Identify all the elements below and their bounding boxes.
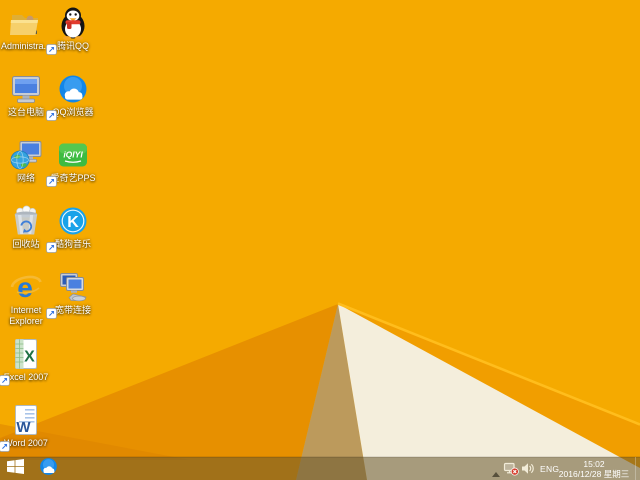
shortcut-arrow-icon: ↗ (46, 306, 57, 317)
word-icon: W (9, 403, 43, 437)
desktop-icon-broadband-connection[interactable]: ↗ 宽带连接 (47, 270, 99, 316)
shortcut-arrow-icon: ↗ (46, 108, 57, 119)
windows-logo-icon (7, 459, 24, 479)
icon-label: Excel 2007 (4, 372, 49, 383)
shortcut-arrow-icon: ↗ (0, 439, 10, 450)
shortcut-arrow-icon: ↗ (46, 42, 57, 53)
icon-label: 这台电脑 (8, 107, 44, 118)
start-button[interactable] (0, 457, 31, 480)
svg-text:↗: ↗ (48, 308, 55, 318)
recycle-bin-icon (9, 204, 43, 238)
desktop-icon-administrator[interactable]: Administra... (0, 6, 52, 52)
clock-date: 2016/12/28 星期三 (554, 469, 634, 479)
computer-icon (9, 72, 43, 106)
icon-label: 腾讯QQ (57, 41, 89, 52)
icon-label: Administra... (1, 41, 51, 52)
icon-label: Internet Explorer (0, 305, 52, 326)
svg-text:↗: ↗ (1, 441, 8, 451)
icon-label: 宽带连接 (55, 305, 91, 316)
show-hidden-icons-button[interactable] (491, 465, 501, 480)
icon-label: 爱奇艺PPS (50, 173, 95, 184)
shortcut-arrow-icon: ↗ (46, 174, 57, 185)
icon-label: Word 2007 (4, 438, 48, 449)
network-globe-icon (9, 138, 43, 172)
chevron-up-icon (491, 465, 501, 480)
speaker-icon (521, 462, 535, 480)
desktop-icon-excel-2007[interactable]: X ↗ Excel 2007 (0, 337, 52, 383)
desktop: Administra... 这台电脑 (0, 0, 640, 480)
qq-browser-icon (38, 456, 59, 480)
desktop-icon-qq-browser[interactable]: ↗ QQ浏览器 (47, 72, 99, 118)
shortcut-arrow-icon: ↗ (46, 240, 57, 251)
clock[interactable]: 15:02 2016/12/28 星期三 (554, 459, 634, 479)
icon-label: QQ浏览器 (52, 107, 93, 118)
svg-text:W: W (16, 419, 31, 436)
svg-text:↗: ↗ (48, 176, 55, 186)
desktop-icon-network[interactable]: 网络 (0, 138, 52, 184)
svg-text:iQIYI: iQIYI (63, 150, 83, 160)
icon-label: 网络 (17, 173, 35, 184)
desktop-icon-iqiyi-pps[interactable]: iQIYI ↗ 爱奇艺PPS (47, 138, 99, 184)
broadband-icon (56, 270, 90, 304)
taskbar-qq-browser-button[interactable] (33, 457, 63, 480)
icon-label: 酷狗音乐 (55, 239, 91, 250)
network-status-tray-icon[interactable] (503, 462, 519, 480)
desktop-icon-tencent-qq[interactable]: ↗ 腾讯QQ (47, 6, 99, 52)
qq-browser-icon (56, 72, 90, 106)
svg-text:↗: ↗ (48, 242, 55, 252)
clock-time: 15:02 (554, 459, 634, 469)
icon-label: 回收站 (12, 239, 39, 250)
svg-text:↗: ↗ (1, 375, 8, 385)
desktop-icon-recycle-bin[interactable]: 回收站 (0, 204, 52, 250)
shortcut-arrow-icon: ↗ (0, 373, 10, 384)
network-disconnected-icon (503, 462, 519, 480)
volume-tray-icon[interactable] (521, 462, 535, 480)
svg-text:X: X (24, 349, 35, 366)
svg-text:↗: ↗ (48, 110, 55, 120)
svg-text:e: e (17, 272, 33, 303)
qq-penguin-icon (56, 6, 90, 40)
desktop-icon-this-pc[interactable]: 这台电脑 (0, 72, 52, 118)
iqiyi-icon: iQIYI (56, 138, 90, 172)
svg-text:↗: ↗ (48, 44, 55, 54)
kugou-icon: K (56, 204, 90, 238)
desktop-icon-internet-explorer[interactable]: e Internet Explorer (0, 270, 52, 326)
internet-explorer-icon: e (9, 270, 43, 304)
desktop-icon-word-2007[interactable]: W ↗ Word 2007 (0, 403, 52, 449)
svg-text:K: K (67, 214, 79, 231)
desktop-icon-kugou-music[interactable]: K ↗ 酷狗音乐 (47, 204, 99, 250)
user-folder-icon (9, 6, 43, 40)
excel-icon: X (9, 337, 43, 371)
taskbar: ENG 15:02 2016/12/28 星期三 (0, 457, 640, 480)
show-desktop-button[interactable] (635, 457, 640, 480)
